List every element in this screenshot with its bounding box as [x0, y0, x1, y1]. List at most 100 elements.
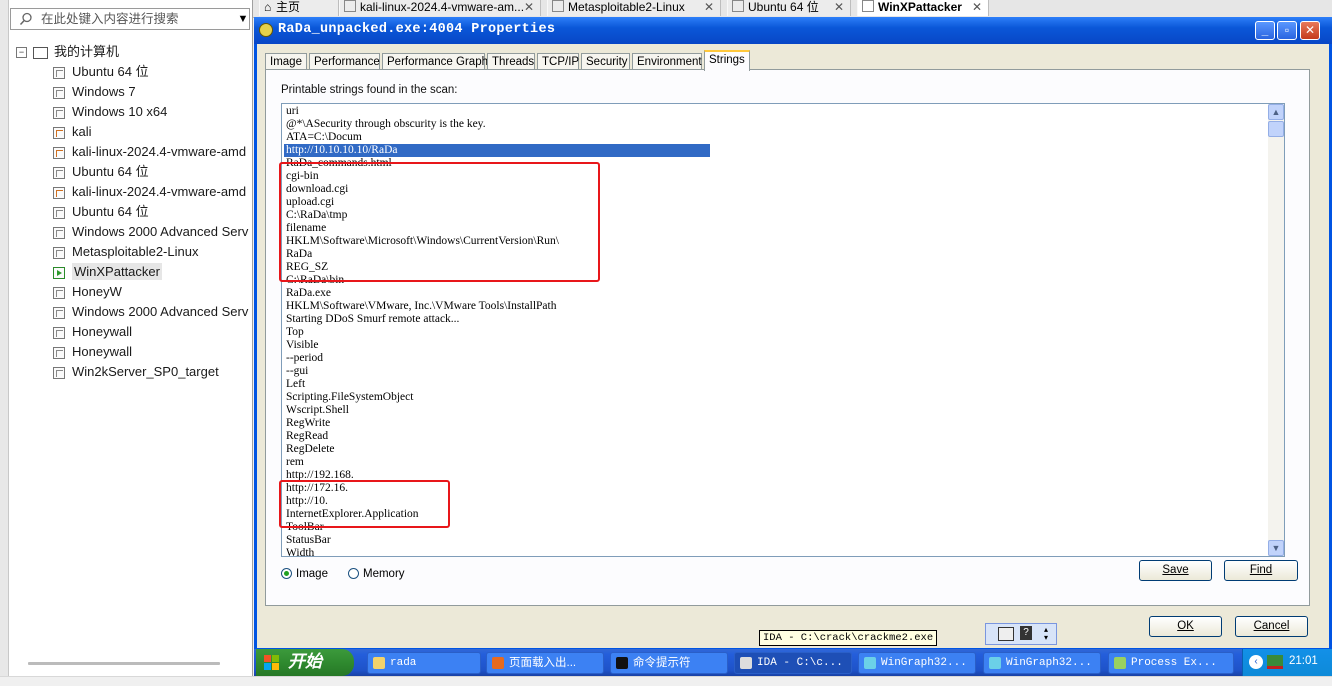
- string-list-item[interactable]: Left: [284, 378, 1264, 391]
- taskbar-button-label: WinGraph32...: [1006, 657, 1092, 669]
- close-icon[interactable]: ✕: [834, 0, 844, 14]
- vertical-scrollbar[interactable]: ▲ ▼: [1268, 104, 1284, 556]
- tab-environment[interactable]: Environment: [632, 53, 702, 70]
- sidebar-item-vm[interactable]: kali-linux-2024.4-vmware-amd: [14, 142, 250, 162]
- close-button[interactable]: ✕: [1300, 21, 1320, 40]
- tab-home[interactable]: ⌂ 主页: [259, 0, 339, 16]
- close-icon[interactable]: ✕: [704, 0, 714, 14]
- tab-image[interactable]: Image: [265, 53, 307, 70]
- sidebar-item-vm[interactable]: kali: [14, 122, 250, 142]
- taskbar-button[interactable]: rada: [367, 652, 481, 674]
- find-button[interactable]: Find: [1224, 560, 1298, 581]
- annotation-box-ip-prefixes: [279, 480, 450, 528]
- string-list-item[interactable]: rem: [284, 456, 1264, 469]
- kali-vm-icon: [53, 126, 65, 139]
- radio-memory[interactable]: Memory: [348, 567, 405, 581]
- save-button[interactable]: Save: [1139, 560, 1212, 581]
- wingraph-icon: [989, 657, 1001, 669]
- radio-image[interactable]: Image: [281, 567, 328, 581]
- string-list-item[interactable]: --period: [284, 352, 1264, 365]
- sidebar-item-vm[interactable]: Windows 2000 Advanced Serv: [14, 302, 250, 322]
- sidebar-item-vm[interactable]: Win2kServer_SP0_target: [14, 362, 250, 382]
- sidebar-scrollbar[interactable]: [28, 662, 220, 665]
- strings-tab-panel: Printable strings found in the scan: uri…: [265, 69, 1310, 606]
- cancel-button[interactable]: Cancel: [1235, 616, 1308, 637]
- tab-metasploitable2[interactable]: Metasploitable2-Linux ✕: [547, 0, 721, 16]
- help-icon[interactable]: ?: [1020, 626, 1032, 640]
- tab-kali-linux[interactable]: kali-linux-2024.4-vmware-am... ✕: [339, 0, 541, 16]
- sidebar-item-vm[interactable]: Ubuntu 64 位: [14, 62, 250, 82]
- sidebar-item-vm[interactable]: Ubuntu 64 位: [14, 162, 250, 182]
- sidebar-item-vm[interactable]: HoneyW: [14, 282, 250, 302]
- string-list-item[interactable]: Width: [284, 547, 1264, 556]
- string-list-item[interactable]: RegDelete: [284, 443, 1264, 456]
- string-list-item[interactable]: HKLM\Software\VMware, Inc.\VMware Tools\…: [284, 300, 1264, 313]
- close-icon[interactable]: ✕: [972, 0, 982, 14]
- string-list-item[interactable]: Scripting.FileSystemObject: [284, 391, 1264, 404]
- collapse-icon[interactable]: −: [16, 47, 27, 59]
- taskbar-button-label: 页面载入出...: [509, 657, 577, 669]
- taskbar-button[interactable]: 命令提示符: [610, 652, 728, 674]
- vm-icon: [53, 346, 65, 359]
- ime-options-icon[interactable]: ▴ ▾: [1044, 626, 1048, 642]
- ime-toolbar[interactable]: ? ▴ ▾: [985, 623, 1057, 645]
- window-titlebar[interactable]: RaDa_unpacked.exe:4004 Properties _ ▫ ✕: [254, 17, 1332, 44]
- tab-security[interactable]: Security: [581, 53, 630, 70]
- tab-performance[interactable]: Performance: [309, 53, 380, 70]
- sidebar-item-vm[interactable]: kali-linux-2024.4-vmware-amd: [14, 182, 250, 202]
- sidebar-item-label: Windows 7: [72, 84, 136, 99]
- tree-root-my-computer[interactable]: − 我的计算机: [14, 42, 250, 62]
- string-list-item[interactable]: --gui: [284, 365, 1264, 378]
- firefox-icon: [492, 657, 504, 669]
- tray-expand-icon[interactable]: ‹: [1249, 655, 1263, 669]
- tab-threads[interactable]: Threads: [487, 53, 535, 70]
- string-list-item[interactable]: RaDa.exe: [284, 287, 1264, 300]
- string-list-item[interactable]: Starting DDoS Smurf remote attack...: [284, 313, 1264, 326]
- sidebar-item-vm[interactable]: Windows 2000 Advanced Serv: [14, 222, 250, 242]
- vm-icon: [344, 0, 356, 12]
- string-list-item[interactable]: Wscript.Shell: [284, 404, 1264, 417]
- tab-ubuntu[interactable]: Ubuntu 64 位 ✕: [727, 0, 851, 16]
- radio-selected-icon: [281, 568, 292, 579]
- start-button[interactable]: 开始: [256, 649, 354, 676]
- string-list-item[interactable]: Visible: [284, 339, 1264, 352]
- sidebar-item-vm[interactable]: Windows 10 x64: [14, 102, 250, 122]
- taskbar-button[interactable]: 页面载入出...: [486, 652, 604, 674]
- scroll-up-icon[interactable]: ▲: [1268, 104, 1284, 120]
- tab-tcpip[interactable]: TCP/IP: [537, 53, 579, 70]
- sidebar-item-vm[interactable]: Metasploitable2-Linux: [14, 242, 250, 262]
- sidebar-item-vm[interactable]: WinXPattacker: [14, 262, 250, 282]
- scroll-down-icon[interactable]: ▼: [1268, 540, 1284, 556]
- tab-winxpattacker[interactable]: WinXPattacker ✕: [857, 0, 989, 16]
- sidebar-item-vm[interactable]: Windows 7: [14, 82, 250, 102]
- keyboard-icon[interactable]: [998, 627, 1014, 641]
- kali-vm-icon: [53, 146, 65, 159]
- sidebar-item-vm[interactable]: Honeywall: [14, 342, 250, 362]
- maximize-button[interactable]: ▫: [1277, 21, 1297, 40]
- string-list-item[interactable]: ATA=C:\Docum: [284, 131, 1264, 144]
- network-tray-icon[interactable]: [1267, 655, 1283, 669]
- sidebar-item-vm[interactable]: Honeywall: [14, 322, 250, 342]
- tab-performance-graph[interactable]: Performance Graph: [382, 53, 488, 70]
- minimize-button[interactable]: _: [1255, 21, 1275, 40]
- scroll-thumb[interactable]: [1268, 121, 1284, 137]
- tab-label: Metasploitable2-Linux: [568, 0, 685, 14]
- taskbar-button[interactable]: IDA - C:\c...: [734, 652, 852, 674]
- taskbar-button[interactable]: WinGraph32...: [858, 652, 976, 674]
- taskbar-button[interactable]: Process Ex...: [1108, 652, 1234, 674]
- string-list-item[interactable]: uri: [284, 105, 1264, 118]
- chevron-down-icon[interactable]: ▼: [237, 10, 249, 28]
- close-icon[interactable]: ✕: [524, 0, 534, 14]
- taskbar-button[interactable]: WinGraph32...: [983, 652, 1101, 674]
- tab-strings[interactable]: Strings: [704, 50, 750, 71]
- search-input[interactable]: [41, 11, 231, 27]
- string-list-item[interactable]: RegWrite: [284, 417, 1264, 430]
- sidebar-item-vm[interactable]: Ubuntu 64 位: [14, 202, 250, 222]
- string-list-item[interactable]: Top: [284, 326, 1264, 339]
- string-list-item[interactable]: StatusBar: [284, 534, 1264, 547]
- library-search-box[interactable]: ▼: [10, 8, 250, 30]
- string-list-item[interactable]: http://10.10.10.10/RaDa: [284, 144, 710, 157]
- string-list-item[interactable]: RegRead: [284, 430, 1264, 443]
- ok-button[interactable]: OK: [1149, 616, 1222, 637]
- string-list-item[interactable]: @*\ASecurity through obscurity is the ke…: [284, 118, 1264, 131]
